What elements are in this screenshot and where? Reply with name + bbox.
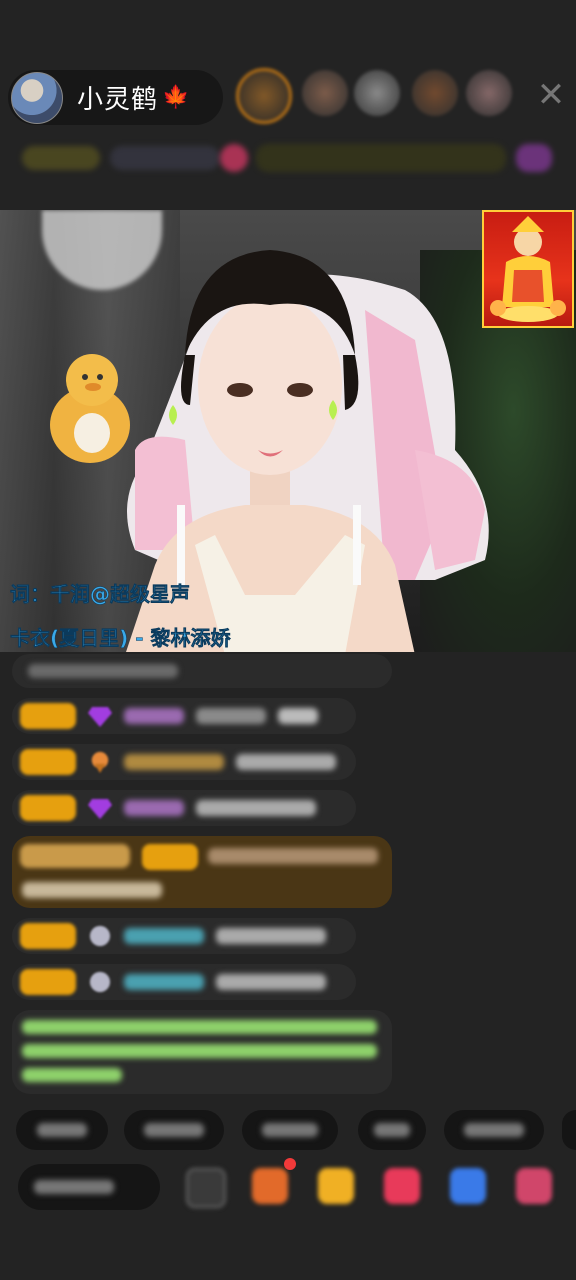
gift-icon[interactable] xyxy=(516,1168,552,1204)
close-icon: ✕ xyxy=(536,75,566,115)
host-info-pill[interactable]: 小灵鹤 🍁 xyxy=(8,70,223,125)
banner-icon[interactable] xyxy=(516,144,552,172)
message-text xyxy=(196,708,266,724)
gift-icon[interactable] xyxy=(220,144,248,172)
maple-leaf-icon: 🍁 xyxy=(162,85,190,110)
viewer-avatar[interactable] xyxy=(412,70,458,116)
notification-dot xyxy=(284,1158,296,1170)
room-info-chip[interactable] xyxy=(110,146,220,170)
viewer-avatar[interactable] xyxy=(302,70,348,116)
username[interactable] xyxy=(124,928,204,944)
username[interactable] xyxy=(124,708,184,724)
username[interactable] xyxy=(124,800,184,816)
chat-message[interactable] xyxy=(12,698,356,734)
quick-reply-chip[interactable] xyxy=(358,1110,426,1150)
username[interactable] xyxy=(124,754,224,770)
viewer-avatar[interactable] xyxy=(236,68,292,124)
level-badge xyxy=(20,749,76,775)
fortune-god-image xyxy=(490,216,566,322)
quick-reply-chip[interactable] xyxy=(242,1110,338,1150)
diamond-icon xyxy=(88,707,112,727)
ice-cream-icon xyxy=(91,751,109,773)
chat-message[interactable] xyxy=(12,918,356,954)
diamond-icon xyxy=(88,799,112,819)
close-button[interactable]: ✕ xyxy=(534,78,568,112)
username[interactable] xyxy=(124,974,204,990)
message-text xyxy=(208,848,378,864)
quick-reply-chip[interactable] xyxy=(444,1110,544,1150)
host-name: 小灵鹤 xyxy=(77,85,159,115)
quick-reply-chip[interactable] xyxy=(124,1110,224,1150)
lyric-line-2: 卡衣(夏日里) - 黎林添娇 xyxy=(10,626,231,651)
room-info-chip[interactable] xyxy=(22,146,100,170)
chat-message[interactable] xyxy=(12,744,356,780)
system-notice-message xyxy=(12,1010,392,1094)
level-badge xyxy=(20,703,76,729)
message-text xyxy=(22,882,162,898)
level-badge xyxy=(20,795,76,821)
chat-message-blurred xyxy=(12,654,392,688)
viewer-avatar[interactable] xyxy=(354,70,400,116)
message-text xyxy=(236,754,336,770)
lyric-line-1: 词：千润@超级星声 xyxy=(10,582,191,607)
quick-reply-chip[interactable] xyxy=(16,1110,108,1150)
highlight-chat-message[interactable] xyxy=(12,836,392,908)
host-avatar[interactable] xyxy=(11,71,63,124)
level-badge xyxy=(142,844,198,870)
quick-reply-chip[interactable] xyxy=(562,1110,576,1150)
message-text xyxy=(196,800,316,816)
banner-chip[interactable] xyxy=(256,144,506,172)
shop-icon[interactable] xyxy=(252,1168,288,1204)
fan-badge-icon xyxy=(89,925,111,947)
fortune-god-sticker[interactable] xyxy=(482,210,574,328)
message-text xyxy=(216,928,326,944)
chat-input[interactable] xyxy=(18,1164,160,1210)
level-badge xyxy=(20,923,76,949)
chat-message[interactable] xyxy=(12,790,356,826)
gift-box-icon[interactable] xyxy=(318,1168,354,1204)
chat-message[interactable] xyxy=(12,964,356,1000)
level-badge xyxy=(20,969,76,995)
emoji-icon[interactable] xyxy=(186,1168,226,1208)
game-icon[interactable] xyxy=(384,1168,420,1204)
gamepad-icon[interactable] xyxy=(450,1168,486,1204)
noble-badge xyxy=(20,844,130,868)
fan-badge-icon xyxy=(89,971,111,993)
message-text xyxy=(216,974,326,990)
message-text xyxy=(278,708,318,724)
viewer-avatar[interactable] xyxy=(466,70,512,116)
